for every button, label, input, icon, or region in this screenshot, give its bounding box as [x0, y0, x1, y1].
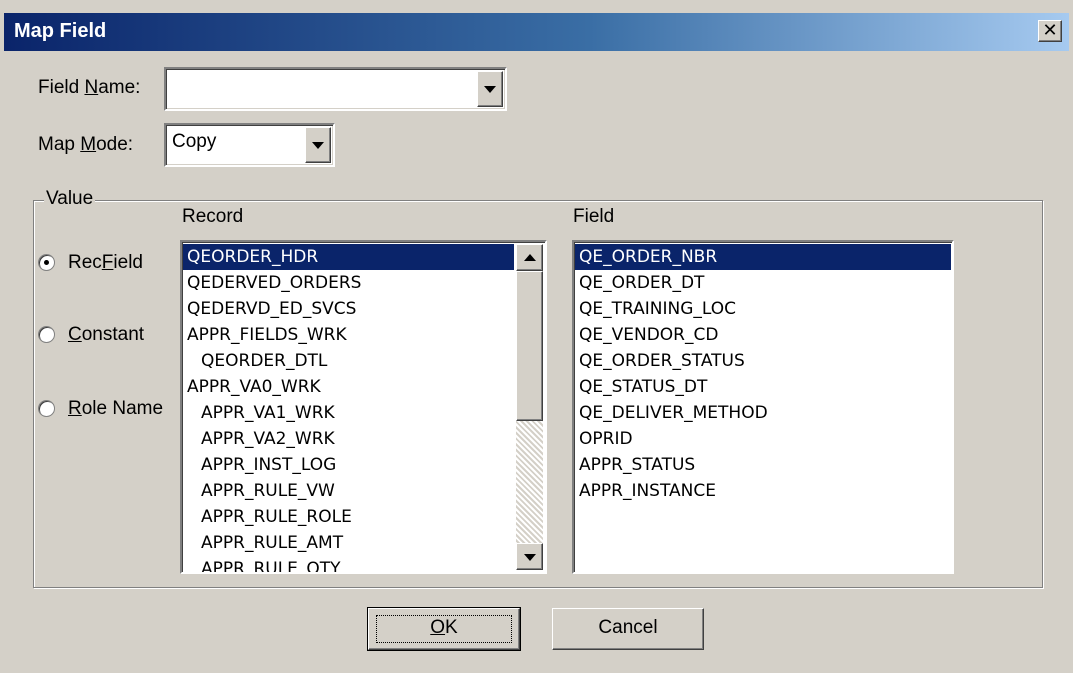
list-item[interactable]: QE_STATUS_DT — [575, 374, 951, 400]
chevron-down-icon — [484, 86, 496, 93]
map-mode-value: Copy — [172, 131, 217, 152]
radio-selected-dot — [44, 260, 49, 265]
list-item[interactable]: APPR_RULE_AMT — [183, 530, 514, 556]
list-item[interactable]: QE_VENDOR_CD — [575, 322, 951, 348]
record-scrollbar[interactable] — [516, 244, 543, 570]
list-item[interactable]: APPR_VA1_WRK — [183, 400, 514, 426]
title-bar: Map Field ✕ — [4, 13, 1069, 51]
scroll-thumb[interactable] — [516, 271, 543, 421]
ok-button[interactable]: OK — [367, 607, 521, 651]
chevron-down-icon — [312, 142, 324, 149]
role-name-radio-label[interactable]: Role Name — [68, 398, 163, 420]
chevron-down-icon — [523, 553, 536, 561]
scroll-down-button[interactable] — [516, 543, 543, 570]
field-name-dropdown-button[interactable] — [477, 71, 503, 107]
list-item[interactable]: QEORDER_DTL — [183, 348, 514, 374]
field-listbox[interactable]: QE_ORDER_NBR QE_ORDER_DT QE_TRAINING_LOC… — [572, 240, 954, 574]
list-item[interactable]: APPR_STATUS — [575, 452, 951, 478]
list-item[interactable]: APPR_VA2_WRK — [183, 426, 514, 452]
record-list-header: Record — [182, 206, 244, 227]
list-item[interactable]: APPR_RULE_QTY — [183, 556, 514, 572]
role-name-radio[interactable] — [38, 400, 55, 417]
constant-radio[interactable] — [38, 326, 55, 343]
value-group-legend: Value — [44, 188, 96, 210]
list-item[interactable]: APPR_INSTANCE — [575, 478, 951, 504]
recfield-radio[interactable] — [38, 254, 55, 271]
list-item[interactable]: APPR_RULE_VW — [183, 478, 514, 504]
map-mode-dropdown-button[interactable] — [305, 127, 331, 163]
close-button[interactable]: ✕ — [1038, 20, 1062, 42]
list-item[interactable]: APPR_RULE_ROLE — [183, 504, 514, 530]
list-item[interactable]: APPR_VA0_WRK — [183, 374, 514, 400]
record-listbox[interactable]: QEORDER_HDR QEDERVED_ORDERS QEDERVD_ED_S… — [180, 240, 547, 574]
map-field-dialog: Map Field ✕ Field Name: Map Mode: Copy V… — [0, 0, 1073, 673]
cancel-button[interactable]: Cancel — [552, 608, 704, 650]
list-item[interactable]: QE_ORDER_STATUS — [575, 348, 951, 374]
list-item[interactable]: QE_DELIVER_METHOD — [575, 400, 951, 426]
list-item[interactable]: APPR_FIELDS_WRK — [183, 322, 514, 348]
list-item[interactable]: QE_ORDER_DT — [575, 270, 951, 296]
map-mode-label: Map Mode: — [38, 134, 134, 155]
close-icon: ✕ — [1042, 20, 1058, 41]
scroll-up-button[interactable] — [516, 244, 543, 271]
recfield-radio-label[interactable]: RecField — [68, 252, 143, 274]
list-item[interactable]: APPR_INST_LOG — [183, 452, 514, 478]
list-item[interactable]: QE_ORDER_NBR — [575, 244, 951, 270]
field-list-header: Field — [573, 206, 615, 227]
list-item[interactable]: QEDERVED_ORDERS — [183, 270, 514, 296]
field-name-label: Field Name: — [38, 77, 141, 98]
constant-radio-label[interactable]: Constant — [68, 324, 144, 346]
chevron-up-icon — [523, 253, 536, 261]
list-item[interactable]: QE_TRAINING_LOC — [575, 296, 951, 322]
list-item[interactable]: QEORDER_HDR — [183, 244, 514, 270]
list-item[interactable]: QEDERVD_ED_SVCS — [183, 296, 514, 322]
list-item[interactable]: OPRID — [575, 426, 951, 452]
map-mode-combobox[interactable]: Copy — [164, 123, 335, 167]
field-name-combobox[interactable] — [164, 67, 507, 111]
window-title: Map Field — [14, 20, 107, 42]
